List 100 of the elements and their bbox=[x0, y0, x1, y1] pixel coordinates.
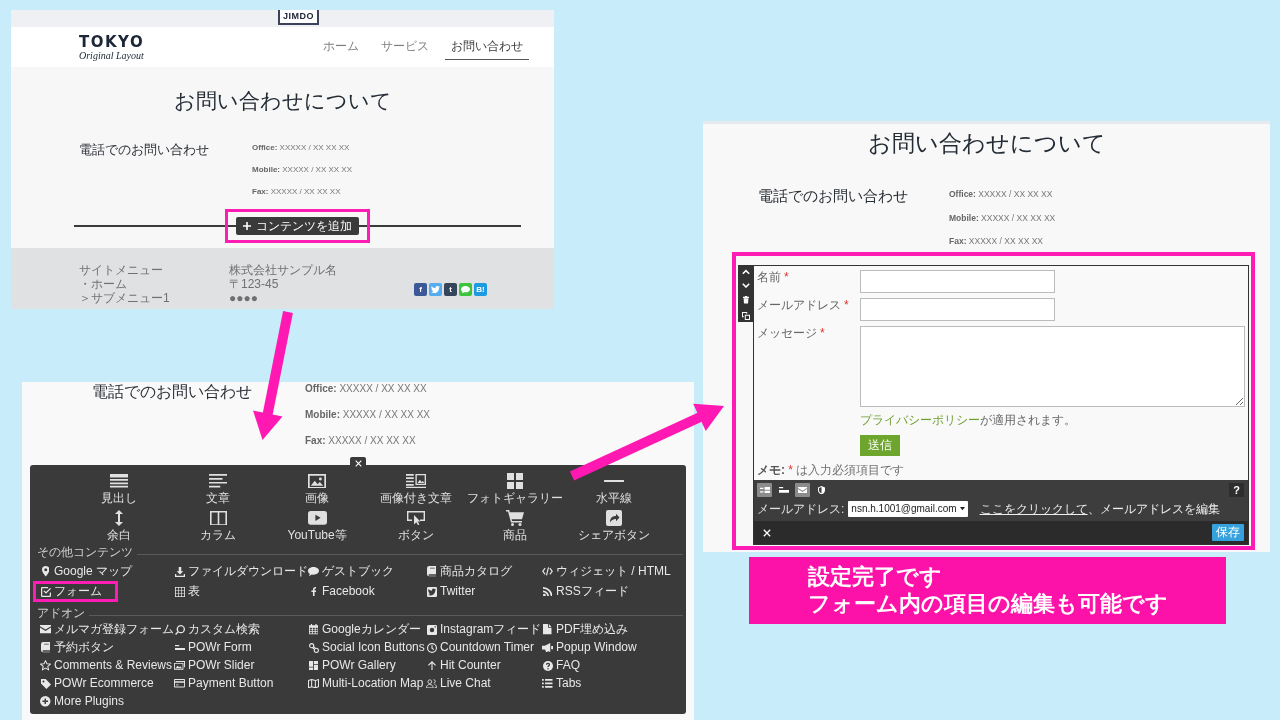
menu-item[interactable]: ボタン bbox=[366, 510, 466, 542]
menu-item[interactable]: POWr Ecommerce bbox=[40, 676, 174, 691]
add-content-button[interactable]: コンテンツを追加 bbox=[236, 217, 359, 235]
shield-icon bbox=[818, 485, 825, 495]
menu-item[interactable]: Tabs bbox=[542, 676, 683, 691]
map-pin-icon bbox=[41, 566, 50, 577]
menu-item[interactable]: Multi-Location Map bbox=[308, 676, 426, 691]
menu-item[interactable]: Payment Button bbox=[174, 676, 308, 691]
letter-f-icon bbox=[310, 586, 317, 597]
logo-title: TOKYO bbox=[79, 33, 145, 50]
field-label: メールアドレス * bbox=[757, 298, 849, 314]
checkbox-tick-icon bbox=[40, 586, 51, 597]
menu-item[interactable]: RSSフィード bbox=[542, 584, 683, 599]
menu-item[interactable]: ウィジェット / HTML bbox=[542, 564, 683, 579]
horizontal-line-icon bbox=[603, 479, 624, 483]
text-input-field[interactable] bbox=[860, 298, 1055, 321]
menu-item[interactable]: Live Chat bbox=[426, 676, 542, 691]
share-button[interactable]: f bbox=[414, 283, 427, 296]
menu-item[interactable]: フォトギャラリー bbox=[465, 473, 565, 505]
menu-item[interactable]: YouTube等 bbox=[267, 510, 367, 542]
folded-map-icon bbox=[308, 678, 319, 689]
menu-item[interactable]: 水平線 bbox=[564, 473, 663, 505]
contact-text: Mobile: XXXXX / XX XX XX bbox=[305, 408, 431, 422]
menu-item[interactable]: Twitter bbox=[426, 584, 542, 599]
menu-item[interactable]: POWr Slider bbox=[174, 658, 308, 673]
nav-link[interactable]: サービス bbox=[375, 34, 435, 60]
menu-item[interactable]: Social Icon Buttons bbox=[308, 640, 426, 655]
contact-text: Fax: XXXXX / XX XX XX bbox=[949, 235, 1045, 247]
menu-item[interactable]: Facebook bbox=[308, 584, 426, 599]
megaphone-icon bbox=[542, 642, 553, 653]
clock-icon bbox=[426, 642, 437, 653]
menu-item[interactable]: POWr Gallery bbox=[308, 658, 426, 673]
menu-item[interactable]: シェアボタン bbox=[564, 510, 663, 542]
menu-item[interactable]: カスタム検索 bbox=[174, 622, 308, 637]
menu-item[interactable]: Popup Window bbox=[542, 640, 683, 655]
caption-text: フォーム内の項目の編集も可能です bbox=[808, 590, 1169, 617]
menu-item[interactable]: 余白 bbox=[70, 510, 169, 542]
section-heading: 電話でのお問い合わせ bbox=[92, 382, 253, 402]
book-icon bbox=[426, 566, 437, 577]
menu-item[interactable]: 文章 bbox=[168, 473, 268, 505]
star-icon bbox=[40, 660, 51, 671]
menu-item[interactable]: フォーム bbox=[33, 581, 118, 602]
section-title: アドオン bbox=[37, 606, 85, 620]
contact-text: Fax: XXXXX / XX XX XX bbox=[305, 434, 417, 448]
menu-item[interactable]: Hit Counter bbox=[426, 658, 542, 673]
chevron-up-icon[interactable] bbox=[741, 269, 750, 275]
copy-icon[interactable] bbox=[741, 311, 750, 320]
menu-item[interactable]: Google マップ bbox=[40, 564, 174, 579]
field-label: メッセージ * bbox=[757, 326, 825, 342]
layout-icon bbox=[759, 486, 770, 494]
required-note: メモ: * は入力必須項目です bbox=[757, 463, 906, 477]
menu-item[interactable]: 見出し bbox=[70, 473, 169, 505]
text-input-field[interactable] bbox=[860, 270, 1055, 293]
envelope-icon bbox=[798, 486, 807, 494]
menu-item[interactable]: POWr Form bbox=[174, 640, 308, 655]
help-button[interactable]: ? bbox=[1229, 483, 1244, 497]
chevron-down-icon[interactable] bbox=[741, 282, 750, 289]
menu-item[interactable]: PDF埋め込み bbox=[542, 622, 683, 637]
menu-item[interactable]: メルマガ登録フォーム bbox=[40, 622, 174, 637]
trash-icon[interactable] bbox=[742, 296, 749, 304]
camera-icon bbox=[426, 624, 437, 635]
menu-item[interactable]: 商品 bbox=[465, 510, 565, 542]
search-icon bbox=[174, 624, 185, 635]
book-icon bbox=[40, 642, 51, 653]
email-select[interactable]: nsn.h.1001@gmail.com bbox=[848, 501, 968, 517]
share-arrow-icon bbox=[605, 510, 622, 526]
menu-item[interactable]: Instagramフィード bbox=[426, 622, 542, 637]
edit-email-link[interactable]: ここをクリックして bbox=[979, 502, 1088, 516]
menu-item[interactable]: 画像 bbox=[267, 473, 367, 505]
document-icon bbox=[543, 624, 552, 635]
message-field[interactable] bbox=[860, 326, 1245, 407]
menu-item[interactable]: ゲストブック bbox=[308, 564, 426, 579]
cursor-on-button-icon bbox=[406, 510, 425, 526]
arrow-up-icon bbox=[427, 660, 436, 671]
menu-item[interactable]: Googleカレンダー bbox=[308, 622, 426, 637]
footer-text: ・ホーム bbox=[79, 277, 128, 291]
question-mark-circle-icon bbox=[542, 660, 553, 671]
menu-item[interactable]: 予約ボタン bbox=[40, 640, 174, 655]
menu-item[interactable]: Comments & Reviews bbox=[40, 658, 174, 673]
menu-item[interactable]: Countdown Timer bbox=[426, 640, 542, 655]
menu-item[interactable]: 表 bbox=[174, 584, 308, 599]
footer-text: 〒123-45 bbox=[229, 277, 280, 291]
menu-item[interactable]: 商品カタログ bbox=[426, 564, 542, 579]
nav-link[interactable]: お問い合わせ bbox=[445, 34, 529, 60]
caption-text: 設定完了です bbox=[808, 563, 943, 590]
bars-icon bbox=[174, 644, 185, 651]
menu-item[interactable]: FAQ bbox=[542, 658, 683, 673]
table-icon bbox=[174, 586, 185, 597]
section-title: その他コンテンツ bbox=[37, 545, 133, 559]
share-button[interactable]: t bbox=[444, 283, 457, 296]
menu-item[interactable]: 画像付き文章 bbox=[366, 473, 466, 505]
menu-item[interactable]: カラム bbox=[168, 510, 268, 542]
menu-item[interactable]: More Plugins bbox=[40, 694, 174, 709]
contact-text: Mobile: XXXXX / XX XX XX bbox=[252, 164, 353, 176]
close-icon[interactable] bbox=[763, 528, 771, 537]
menu-item[interactable]: ファイルダウンロード bbox=[174, 564, 308, 579]
section-heading: 電話でのお問い合わせ bbox=[758, 187, 909, 206]
bird-icon bbox=[431, 285, 440, 294]
nav-link[interactable]: ホーム bbox=[317, 34, 365, 60]
email-label: メールアドレス: bbox=[757, 501, 845, 517]
